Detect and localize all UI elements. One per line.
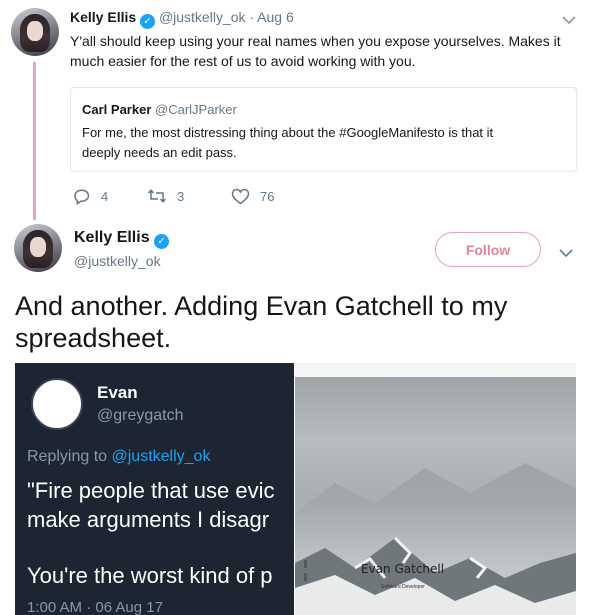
quoted-handle: @CarlJParker — [155, 102, 237, 117]
tweet2-display-name[interactable]: Kelly Ellis — [74, 229, 150, 246]
embedded-image-right[interactable]: Evan Gatchell Software Developer — [295, 363, 576, 615]
tweet2-text-line2: spreadsheet. — [15, 323, 172, 353]
tweet2-header: Kelly Ellis ✓ @justkelly_ok — [74, 229, 170, 269]
evan-avatar — [31, 378, 83, 430]
follow-button[interactable]: Follow — [435, 232, 541, 267]
tweet2-text: And another. Adding Evan Gatchell to my … — [15, 290, 507, 354]
embedded-image-left[interactable]: Evan @greygatch Replying to @justkelly_o… — [15, 363, 294, 615]
mountain-illustration — [295, 463, 576, 615]
tweet1-text: Y'all should keep using your real names … — [70, 31, 561, 71]
tweet2-caret-icon[interactable] — [559, 245, 573, 258]
thread-connector-line — [33, 62, 36, 220]
tweet2-avatar[interactable] — [14, 224, 62, 272]
evan-timestamp: 1:00 AM · 06 Aug 17 — [27, 599, 163, 615]
tweet1-caret-icon[interactable] — [562, 12, 576, 25]
quoted-tweet-text: For me, the most distressing thing about… — [82, 123, 493, 163]
quoted-text-line1: For me, the most distressing thing about… — [82, 125, 494, 140]
tweet2-handle[interactable]: @justkelly_ok — [74, 253, 169, 269]
tweet2-text-line1: And another. Adding Evan Gatchell to my — [15, 291, 508, 321]
evan-quote: "Fire people that use evic make argument… — [27, 476, 275, 534]
reply-icon — [74, 189, 90, 205]
like-button[interactable]: 76 — [231, 188, 274, 205]
quoted-tweet-header: Carl Parker @CarlJParker — [82, 102, 237, 117]
tweet1-text-line1: Y'all should keep using your real names … — [70, 33, 561, 49]
retweet-count: 3 — [177, 188, 185, 204]
replying-handle: @justkelly_ok — [111, 448, 211, 465]
evan-quote-line1: "Fire people that use evic — [27, 478, 275, 503]
retweet-button[interactable]: 3 — [147, 188, 184, 204]
tweet1-date[interactable]: · Aug 6 — [249, 9, 293, 25]
tweet1-header: Kelly Ellis ✓ @justkelly_ok · Aug 6 — [70, 9, 294, 29]
reply-count: 4 — [101, 189, 109, 204]
tweet1-avatar[interactable] — [11, 8, 59, 56]
replying-to: Replying to @justkelly_ok — [27, 448, 210, 466]
evan-name: Evan — [97, 383, 138, 402]
replying-prefix: Replying to — [27, 448, 112, 465]
retweet-icon — [147, 189, 167, 203]
quoted-display-name: Carl Parker — [82, 102, 152, 117]
quoted-tweet[interactable]: Carl Parker @CarlJParker For me, the mos… — [70, 87, 577, 172]
verified-badge-icon: ✓ — [154, 234, 170, 249]
gatchell-site-subtitle: Software Developer — [381, 584, 425, 590]
like-count: 76 — [260, 189, 275, 204]
heart-icon — [231, 188, 250, 205]
evan-quote-line3: You're the worst kind of p — [27, 563, 273, 588]
tweet1-text-line2: much easier for the rest of us to avoid … — [70, 53, 416, 69]
reply-button[interactable]: 4 — [73, 188, 108, 205]
evan-quote-line2: make arguments I disagr — [27, 507, 270, 532]
verified-badge-icon: ✓ — [140, 14, 156, 29]
quoted-text-line2: deeply needs an edit pass. — [82, 145, 237, 160]
tweet1-handle[interactable]: @justkelly_ok — [159, 9, 246, 25]
tweet1-display-name[interactable]: Kelly Ellis — [70, 9, 136, 25]
evan-handle: @greygatch — [97, 407, 184, 424]
gatchell-site-title: Evan Gatchell — [361, 562, 445, 576]
